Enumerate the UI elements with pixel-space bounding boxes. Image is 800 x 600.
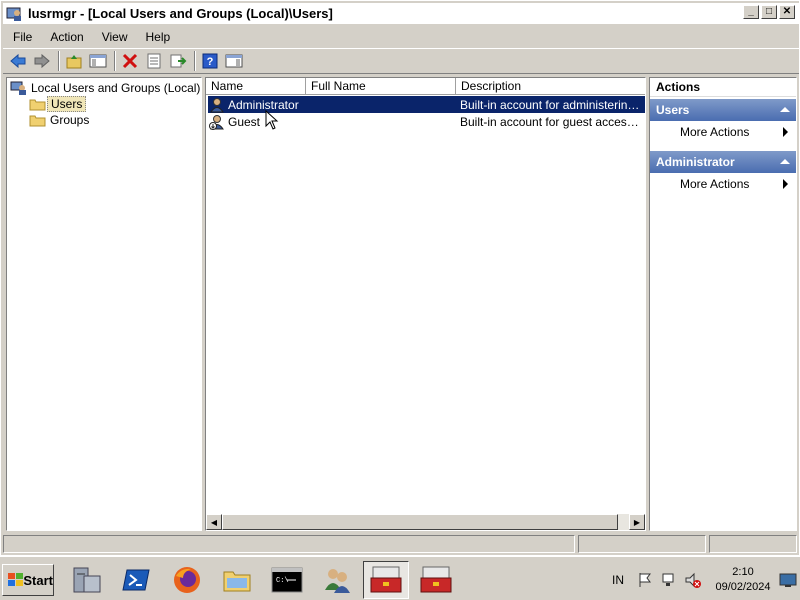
properties-icon[interactable]: [143, 50, 165, 72]
tree-item-users[interactable]: Users: [29, 96, 87, 112]
toolbar-separator: [194, 51, 196, 71]
tree-root-label: Local Users and Groups (Local): [31, 81, 201, 95]
action-center-flag-icon[interactable]: [636, 571, 654, 589]
actions-title: Actions: [650, 78, 796, 97]
action-group-header: Users: [656, 103, 690, 117]
submenu-arrow-icon: [783, 179, 788, 189]
windows-logo-icon: [8, 573, 23, 586]
users-groups-icon[interactable]: [314, 561, 360, 599]
toolbar-separator: [58, 51, 60, 71]
system-tray: IN 2:10 09/02/2024: [612, 561, 800, 599]
status-cell: [578, 535, 706, 553]
forward-icon[interactable]: [31, 50, 53, 72]
menu-file[interactable]: File: [3, 30, 40, 44]
menu-bar: File Action View Help: [3, 26, 799, 47]
folder-icon: [29, 115, 46, 127]
tree-item-label: Groups: [50, 113, 90, 127]
cell-description: Built-in account for administering the..…: [460, 97, 641, 112]
tree-item-label: Users: [47, 96, 87, 112]
status-bar: [3, 535, 799, 553]
submenu-arrow-icon: [783, 127, 788, 137]
mouse-cursor-icon: [265, 110, 279, 130]
tree-item-groups[interactable]: Groups: [29, 112, 92, 128]
clock-time: 2:10: [732, 566, 754, 578]
console-tree[interactable]: Local Users and Groups (Local) Users Gro…: [6, 77, 202, 531]
status-cell: [3, 535, 575, 553]
show-hide-action-pane-icon[interactable]: [223, 50, 245, 72]
show-desktop-icon[interactable]: [778, 571, 798, 589]
cmd-icon[interactable]: C:\: [264, 561, 310, 599]
up-folder-icon[interactable]: [63, 50, 85, 72]
results-list[interactable]: Name Full Name Description Administrator…: [205, 77, 646, 531]
action-item-label: More Actions: [680, 125, 750, 139]
toolbar: ?: [3, 48, 799, 74]
clock[interactable]: 2:10 09/02/2024: [710, 565, 776, 595]
clock-date: 09/02/2024: [715, 581, 771, 593]
list-header: Name Full Name Description: [206, 78, 645, 95]
column-header-name[interactable]: Name: [206, 78, 306, 95]
menu-help[interactable]: Help: [136, 30, 179, 44]
svg-text:C:\: C:\: [276, 577, 289, 585]
show-hide-tree-icon[interactable]: [87, 50, 109, 72]
status-cell: [709, 535, 797, 553]
column-header-full-name[interactable]: Full Name: [306, 78, 456, 95]
folder-icon: [29, 99, 46, 111]
user-icon: [210, 97, 224, 112]
mmc-window: lusrmgr - [Local Users and Groups (Local…: [0, 0, 800, 556]
delete-icon[interactable]: [119, 50, 141, 72]
title-bar[interactable]: lusrmgr - [Local Users and Groups (Local…: [3, 3, 799, 24]
menu-action[interactable]: Action: [40, 30, 91, 44]
cell-name: Administrator: [228, 97, 299, 112]
start-button[interactable]: Start: [2, 564, 54, 596]
speaker-muted-icon[interactable]: [684, 571, 702, 589]
cell-description: Built-in account for guest access to t..…: [460, 114, 641, 129]
tree-root[interactable]: Local Users and Groups (Local): [10, 80, 203, 96]
window-title: lusrmgr - [Local Users and Groups (Local…: [28, 6, 333, 21]
cell-name: Guest: [228, 114, 261, 129]
collapse-icon[interactable]: [780, 107, 790, 112]
scroll-right-button[interactable]: ▶: [629, 514, 645, 530]
minimize-button[interactable]: _: [743, 5, 759, 19]
toolbox-icon[interactable]: [413, 561, 459, 599]
network-icon[interactable]: [660, 571, 678, 589]
svg-text:?: ?: [207, 56, 214, 68]
explorer-icon[interactable]: [214, 561, 260, 599]
scroll-thumb[interactable]: [222, 514, 618, 530]
menu-view[interactable]: View: [92, 30, 136, 44]
lusrmgr-icon: [6, 5, 24, 23]
toolbox-icon[interactable]: [363, 561, 409, 599]
actions-pane: Actions Users More Actions Administrator…: [649, 77, 797, 531]
help-icon[interactable]: ?: [199, 50, 221, 72]
more-actions-administrator[interactable]: More Actions: [650, 173, 796, 195]
horizontal-scrollbar[interactable]: ◀ ▶: [206, 514, 645, 530]
export-list-icon[interactable]: [167, 50, 189, 72]
scroll-left-button[interactable]: ◀: [206, 514, 222, 530]
toolbar-separator: [114, 51, 116, 71]
close-button[interactable]: ✕: [779, 5, 795, 19]
computer-users-icon: [10, 81, 26, 95]
back-icon[interactable]: [7, 50, 29, 72]
collapse-icon[interactable]: [780, 159, 790, 164]
action-group-users[interactable]: Users: [650, 99, 796, 121]
action-item-label: More Actions: [680, 177, 750, 191]
language-indicator[interactable]: IN: [612, 573, 624, 587]
disabled-user-icon: [209, 114, 224, 130]
maximize-button[interactable]: □: [761, 5, 777, 19]
more-actions-users[interactable]: More Actions: [650, 121, 796, 143]
action-group-header: Administrator: [656, 155, 735, 169]
powershell-icon[interactable]: [114, 561, 160, 599]
action-group-administrator[interactable]: Administrator: [650, 151, 796, 173]
taskbar: Start C:\ IN 2:10 09/02/2024: [0, 556, 800, 600]
column-header-description[interactable]: Description: [456, 78, 645, 95]
server-manager-icon[interactable]: [64, 561, 110, 599]
start-label: Start: [23, 572, 53, 588]
firefox-icon[interactable]: [164, 561, 210, 599]
